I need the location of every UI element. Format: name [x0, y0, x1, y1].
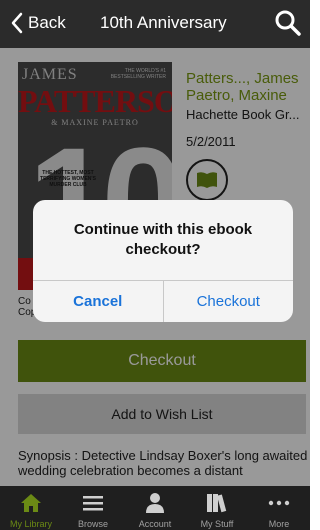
- tab-my-stuff[interactable]: My Stuff: [186, 486, 248, 530]
- back-label: Back: [28, 13, 66, 32]
- tab-browse[interactable]: Browse: [62, 486, 124, 530]
- person-icon: [146, 493, 164, 513]
- page-title: 10th Anniversary: [100, 13, 227, 32]
- checkout-confirm-dialog: Continue with this ebook checkout? Cance…: [33, 200, 293, 322]
- tab-bar: My Library Browse Account My Stuff More: [0, 486, 310, 530]
- chevron-left-icon: [11, 12, 23, 34]
- back-button[interactable]: Back: [10, 12, 66, 34]
- dialog-checkout-button[interactable]: Checkout: [164, 281, 294, 322]
- tab-label: My Library: [9, 519, 52, 529]
- nav-bar: Back 10th Anniversary: [0, 0, 310, 48]
- search-icon[interactable]: [274, 9, 302, 37]
- tab-my-library[interactable]: My Library: [0, 486, 62, 530]
- tab-more[interactable]: More: [248, 486, 310, 530]
- tab-label: Account: [138, 519, 172, 529]
- more-icon: [268, 500, 290, 506]
- tab-label: My Stuff: [200, 519, 234, 529]
- books-icon: [207, 494, 227, 513]
- dialog-message: Continue with this ebook checkout?: [73, 221, 253, 258]
- home-icon: [21, 494, 41, 512]
- tab-label: Browse: [77, 519, 108, 529]
- dialog-actions: Cancel Checkout: [33, 280, 293, 322]
- list-icon: [83, 496, 103, 511]
- dialog-cancel-button[interactable]: Cancel: [33, 281, 164, 322]
- tab-account[interactable]: Account: [124, 486, 186, 530]
- tab-label: More: [268, 519, 290, 529]
